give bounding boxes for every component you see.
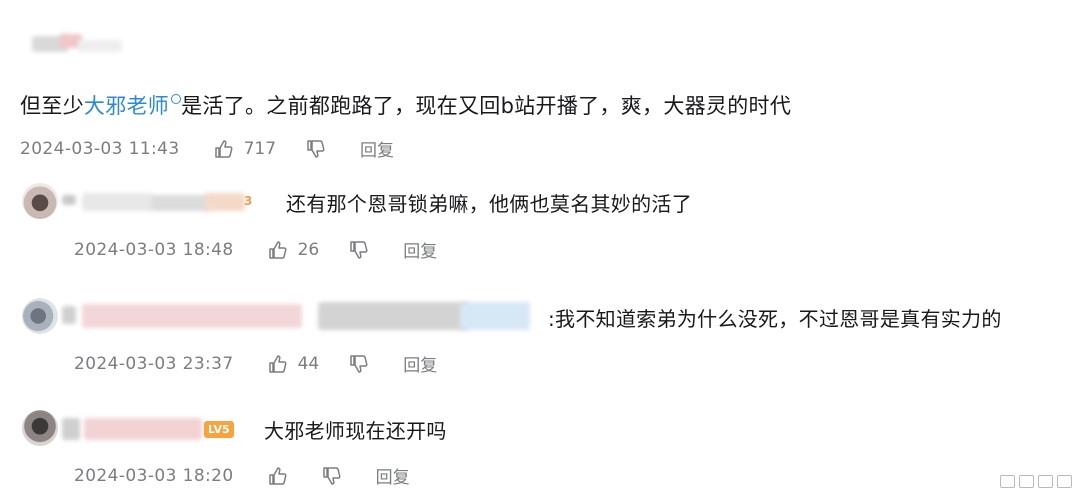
search-mention-icon[interactable] xyxy=(171,94,182,104)
reply-date: 2024-03-03 23:37 xyxy=(74,353,234,374)
like-count: 717 xyxy=(243,138,277,159)
mention-link[interactable]: 大邪老师 xyxy=(84,94,169,118)
reply-meta: 2024-03-03 18:48 26 回复 xyxy=(74,237,437,263)
avatar[interactable] xyxy=(22,183,58,219)
thumbs-up-icon[interactable] xyxy=(214,139,234,159)
thumbs-down-icon[interactable] xyxy=(349,240,369,260)
comment-text-part: 是活了。之前都跑路了，现在又回b站开播了，爽，大器灵的时代 xyxy=(181,94,792,118)
thumbs-up-icon[interactable] xyxy=(268,354,288,374)
reply-text: :我不知道索弟为什么没死，不过恩哥是真有实力的 xyxy=(548,307,1002,331)
level-badge: LV5 xyxy=(204,421,234,438)
reply-date: 2024-03-03 18:48 xyxy=(74,239,234,260)
level-badge: 3 xyxy=(244,194,253,208)
watermark-icon xyxy=(1000,475,1072,488)
thumbs-down-icon[interactable] xyxy=(322,466,342,486)
thumbs-down-icon[interactable] xyxy=(306,139,326,159)
thumbs-down-icon[interactable] xyxy=(349,354,369,374)
comment-text-part: 但至少 xyxy=(20,94,84,118)
reply-button[interactable]: 回复 xyxy=(360,136,394,161)
comment-meta: 2024-03-03 11:43 717 回复 xyxy=(20,136,394,162)
reply-button[interactable]: 回复 xyxy=(403,351,437,376)
reply-button[interactable]: 回复 xyxy=(376,463,410,488)
reply-meta: 2024-03-03 18:20 回复 xyxy=(74,463,410,489)
thumbs-up-icon[interactable] xyxy=(268,466,288,486)
comment-date: 2024-03-03 11:43 xyxy=(20,138,180,159)
like-count: 44 xyxy=(297,353,320,374)
reply-text: 大邪老师现在还开吗 xyxy=(264,419,447,443)
like-count: 26 xyxy=(297,239,320,260)
reply-button[interactable]: 回复 xyxy=(403,237,437,262)
thumbs-up-icon[interactable] xyxy=(268,240,288,260)
reply-text: 还有那个恩哥锁弟嘛，他俩也莫名其妙的活了 xyxy=(286,192,692,216)
avatar[interactable] xyxy=(22,410,58,446)
reply-meta: 2024-03-03 23:37 44 回复 xyxy=(74,351,437,377)
avatar[interactable] xyxy=(22,298,58,334)
reply-date: 2024-03-03 18:20 xyxy=(74,465,234,486)
comment-text: 但至少大邪老师 是活了。之前都跑路了，现在又回b站开播了，爽，大器灵的时代 xyxy=(20,90,791,120)
